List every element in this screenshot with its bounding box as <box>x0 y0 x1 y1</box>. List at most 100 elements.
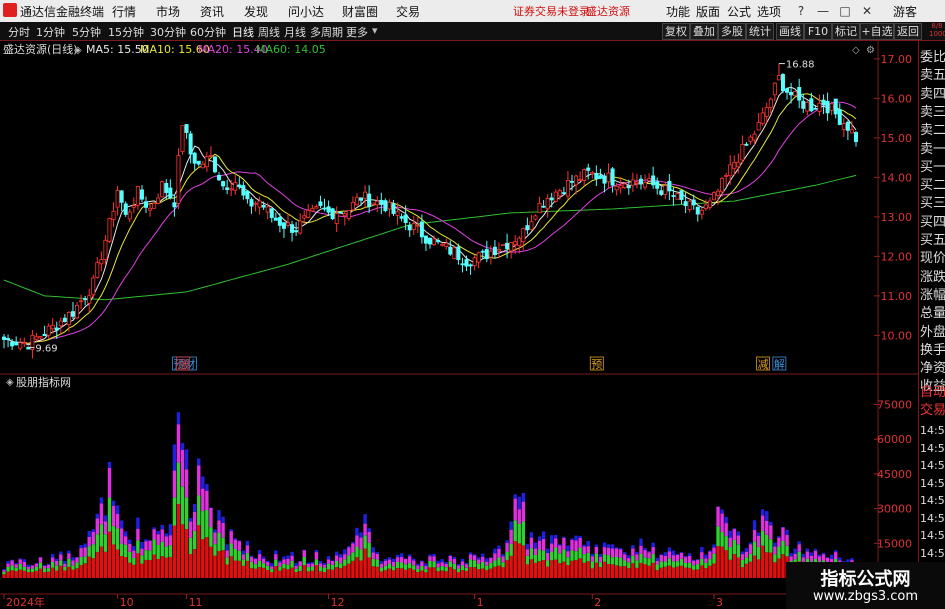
indicator-bar <box>148 540 152 551</box>
indicator-bar <box>99 503 104 525</box>
indicator-bar <box>586 540 590 547</box>
close-icon[interactable]: ✕ <box>856 2 878 20</box>
auto-trade-toggle[interactable]: 自动 <box>920 384 945 402</box>
candle-body <box>46 325 51 336</box>
candle-body <box>196 160 201 165</box>
indicator-bar <box>627 568 631 578</box>
indicator-bar <box>136 553 140 578</box>
ma-settings-icon[interactable]: ◈ <box>74 45 82 56</box>
add-watchlist-button[interactable]: +自选 <box>860 23 894 40</box>
indicator-bar <box>375 552 379 554</box>
period-5min[interactable]: 5分钟 <box>72 24 101 40</box>
indicator-bar <box>541 538 546 551</box>
candle-body <box>797 87 802 101</box>
menu-functions[interactable]: 功能 <box>666 3 690 20</box>
menu-market[interactable]: 市场 <box>156 3 180 20</box>
candle-body <box>111 210 116 221</box>
indicator-bar <box>651 562 655 578</box>
indicator-bar <box>176 412 181 425</box>
period-timeshare[interactable]: 分时 <box>8 24 30 40</box>
kline-chart[interactable]: 10.00 11.00 12.00 13.00 14.00 15.00 16.00 17.00… <box>0 41 918 609</box>
candle-body <box>667 180 672 192</box>
indicator-bar <box>708 559 712 566</box>
period-30min[interactable]: 30分钟 <box>150 24 186 40</box>
indicator-bar <box>472 560 477 568</box>
indicator-bar <box>395 554 400 558</box>
user-guest-label[interactable]: 游客 <box>893 3 917 20</box>
indicator-bar <box>436 571 440 578</box>
indicator-bar <box>209 546 213 578</box>
menu-news[interactable]: 资讯 <box>200 3 224 20</box>
indicator-bar <box>594 562 599 578</box>
candle-body <box>38 336 43 339</box>
menu-discover[interactable]: 发现 <box>244 3 268 20</box>
back-button[interactable]: 返回 <box>894 23 922 40</box>
indicator-bar <box>578 537 582 548</box>
help-icon[interactable]: ? <box>790 2 812 20</box>
mark-button[interactable]: 标记 <box>832 23 860 40</box>
indicator-bar <box>789 556 793 561</box>
period-daily[interactable]: 日线 <box>232 24 254 40</box>
diamond-icon[interactable]: ◇ <box>852 45 860 56</box>
candle-body <box>833 98 838 115</box>
indicator-bar <box>160 541 164 557</box>
menu-formula[interactable]: 公式 <box>727 3 751 20</box>
overlay-button[interactable]: 叠加 <box>690 23 718 40</box>
period-weekly[interactable]: 周线 <box>258 24 280 40</box>
indicator-settings-icon[interactable]: ◈ <box>6 377 14 388</box>
menu-options[interactable]: 选项 <box>757 3 781 20</box>
draw-line-button[interactable]: 画线 <box>776 23 804 40</box>
indicator-bar <box>298 571 302 578</box>
period-multi[interactable]: 多周期 <box>310 24 343 40</box>
menu-market-quotes[interactable]: 行情 <box>112 3 136 20</box>
statistics-button[interactable]: 统计 <box>746 23 774 40</box>
indicator-bar <box>205 490 209 510</box>
period-15min[interactable]: 15分钟 <box>108 24 144 40</box>
candle-body <box>395 211 400 216</box>
candle-body <box>22 342 27 345</box>
indicator-bar <box>111 544 116 578</box>
restore-rights-button[interactable]: 复权 <box>662 23 690 40</box>
candle-body <box>115 189 120 208</box>
candle-body <box>346 210 351 219</box>
settings-gear-icon[interactable]: ⚙ <box>866 45 875 56</box>
indicator-bar <box>192 504 197 512</box>
indicator-bar <box>464 567 469 571</box>
period-1min[interactable]: 1分钟 <box>36 24 65 40</box>
period-more[interactable]: 更多 <box>346 24 368 40</box>
indicator-bar <box>687 567 692 578</box>
indicator-bar <box>696 564 700 570</box>
period-monthly[interactable]: 月线 <box>284 24 306 40</box>
menu-layout[interactable]: 版面 <box>696 3 720 20</box>
maximize-icon[interactable]: □ <box>834 2 856 20</box>
f10-button[interactable]: F10 <box>804 23 832 40</box>
indicator-bar <box>420 570 424 578</box>
indicator-bar <box>30 565 35 566</box>
multi-stock-button[interactable]: 多股 <box>718 23 746 40</box>
candle-body <box>582 169 587 181</box>
candle-body <box>330 208 335 220</box>
trade-login-status[interactable]: 证券交易未登录 <box>513 3 590 19</box>
indicator-bar <box>192 530 197 550</box>
indicator-bar <box>75 568 79 578</box>
indicator-bar <box>237 560 242 578</box>
indicator-bar <box>618 548 623 550</box>
indicator-bar <box>671 555 676 562</box>
indicator-bar <box>752 529 757 542</box>
candle-body <box>549 197 554 201</box>
candle-body <box>318 201 323 206</box>
menu-trade[interactable]: 交易 <box>396 3 420 20</box>
chevron-down-icon[interactable]: ▾ <box>372 24 378 37</box>
indicator-bar <box>716 546 720 578</box>
menu-wealth-circle[interactable]: 财富圈 <box>342 3 378 20</box>
tick-time: 14:56 <box>920 441 945 455</box>
indicator-bar <box>809 555 814 562</box>
indicator-bar <box>79 548 83 557</box>
minimize-icon[interactable]: — <box>812 2 834 20</box>
period-60min[interactable]: 60分钟 <box>190 24 226 40</box>
price-tick-label: 11.00 <box>881 290 913 303</box>
menu-ask-assistant[interactable]: 问小达 <box>288 3 324 20</box>
indicator-bar <box>10 560 14 566</box>
indicator-bar <box>221 516 225 523</box>
quote-panel: 委比 卖五 卖四 卖三 卖二 卖一 买一 买二 买三 买四 买五 现价 涨跌 涨幅 总量 外盘 换手 净资 收益 自动… <box>918 41 945 609</box>
